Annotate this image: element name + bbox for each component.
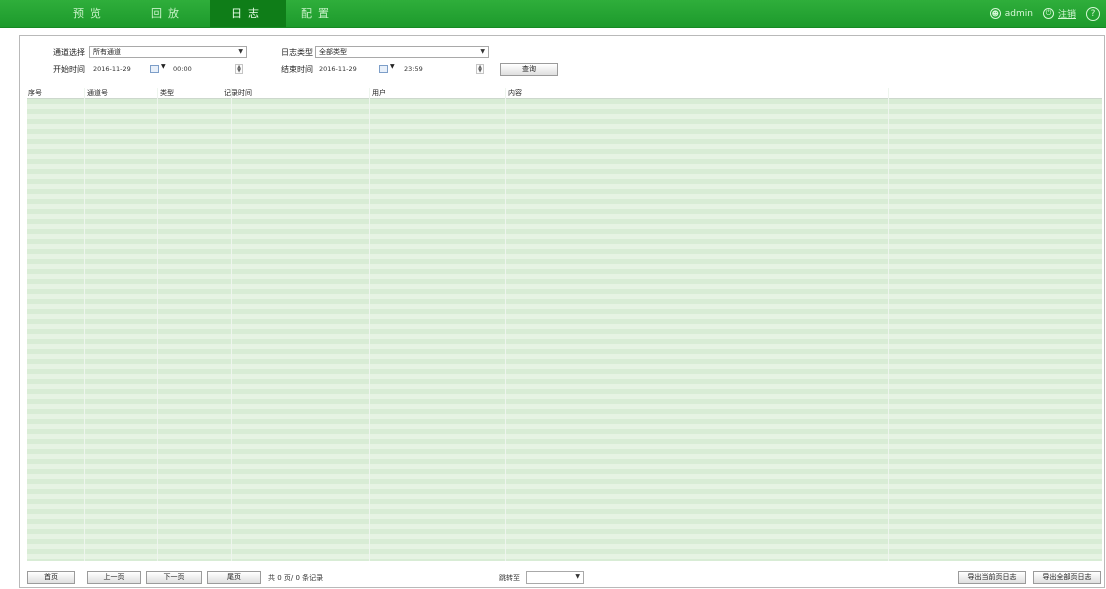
next-page-button[interactable]: 下一页: [146, 571, 202, 584]
query-button[interactable]: 查询: [500, 63, 558, 76]
jump-label: 跳转至: [499, 574, 520, 582]
time-spinner-icon[interactable]: ▲ ▼: [476, 64, 484, 74]
log-type-select-value: 全部类型: [319, 48, 347, 56]
channel-select-value: 所有通道: [93, 48, 121, 56]
chevron-down-icon: ▼: [480, 48, 485, 55]
last-page-button[interactable]: 尾页: [207, 571, 261, 584]
export-all-button[interactable]: 导出全部页日志: [1033, 571, 1101, 584]
col-header-channel[interactable]: 通道号: [86, 88, 108, 98]
col-header-type[interactable]: 类型: [159, 88, 174, 98]
first-page-button[interactable]: 首页: [27, 571, 75, 584]
col-header-user[interactable]: 用户: [371, 88, 386, 98]
column-line: [888, 88, 889, 561]
chevron-down-icon[interactable]: ▼: [390, 63, 395, 70]
column-line: [157, 88, 158, 561]
end-time-input[interactable]: 23:59: [400, 63, 480, 75]
export-current-button[interactable]: 导出当前页日志: [958, 571, 1026, 584]
chevron-down-icon: ▼: [238, 48, 243, 55]
end-time-label: 结束时间: [281, 65, 313, 74]
col-header-time[interactable]: 记录时间: [223, 88, 252, 98]
end-date-input[interactable]: 2016-11-29: [315, 63, 371, 75]
log-table-body: [27, 99, 1102, 561]
channel-label: 通道选择: [53, 48, 85, 57]
help-icon[interactable]: ?: [1086, 6, 1100, 21]
col-header-content[interactable]: 内容: [507, 88, 522, 98]
column-line: [505, 88, 506, 561]
start-date-input[interactable]: 2016-11-29: [89, 63, 145, 75]
log-type-label: 日志类型: [281, 48, 313, 57]
log-panel: 通道选择 所有通道 ▼ 日志类型 全部类型 ▼ 开始时间 2016-11-29 …: [19, 35, 1105, 588]
log-type-select[interactable]: 全部类型 ▼: [315, 46, 489, 58]
top-nav-bar: 预览 回放 日志 配置 ☻ admin ⏻ 注销 ?: [0, 0, 1106, 28]
column-line: [231, 88, 232, 561]
calendar-icon[interactable]: [379, 65, 388, 73]
user-area: ☻ admin ⏻ 注销 ?: [989, 5, 1100, 22]
prev-page-button[interactable]: 上一页: [87, 571, 141, 584]
calendar-icon[interactable]: [150, 65, 159, 73]
user-circle-icon: ☻: [989, 8, 1001, 19]
column-line: [84, 88, 85, 561]
column-line: [369, 88, 370, 561]
time-spinner-icon[interactable]: ▲ ▼: [235, 64, 243, 74]
start-time-label: 开始时间: [53, 65, 85, 74]
tab-playback[interactable]: 回放: [138, 0, 198, 27]
chevron-down-icon[interactable]: ▼: [161, 63, 166, 70]
tab-preview[interactable]: 预览: [60, 0, 120, 27]
page-summary: 共 0 页/ 0 条记录: [268, 574, 324, 582]
col-header-index[interactable]: 序号: [27, 88, 42, 98]
start-time-input[interactable]: 00:00: [169, 63, 243, 75]
chevron-down-icon: ▼: [575, 573, 580, 580]
jump-page-select[interactable]: ▼: [526, 571, 584, 584]
log-table-header: 序号 通道号 类型 记录时间 用户 内容: [27, 88, 1102, 99]
tab-config[interactable]: 配置: [288, 0, 348, 27]
channel-select[interactable]: 所有通道 ▼: [89, 46, 247, 58]
power-icon[interactable]: ⏻: [1042, 8, 1054, 19]
username: admin: [1004, 8, 1033, 19]
tab-log[interactable]: 日志: [210, 0, 286, 27]
logout-link[interactable]: 注销: [1058, 7, 1076, 20]
